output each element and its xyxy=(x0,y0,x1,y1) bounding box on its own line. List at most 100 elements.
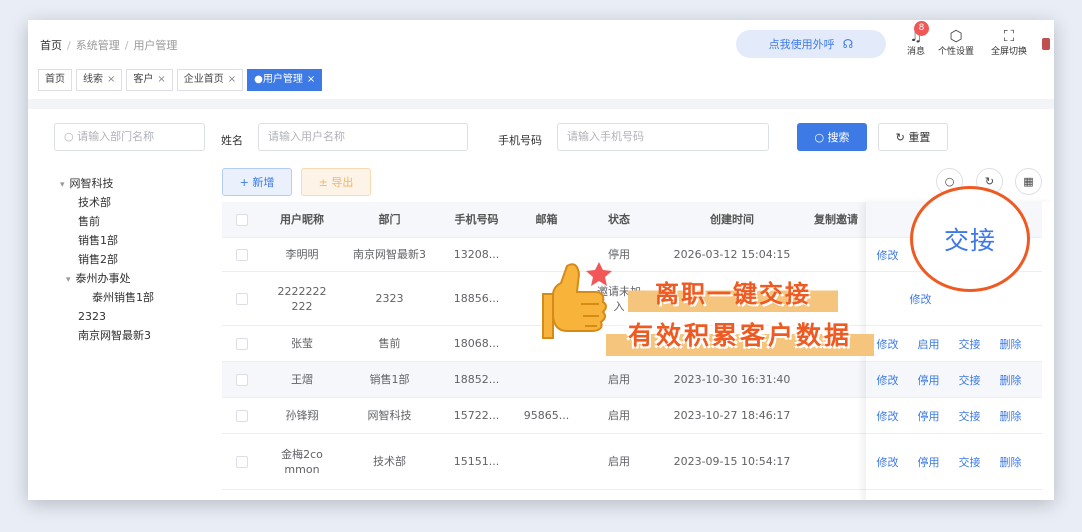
table-row[interactable]: 王熠 销售1部 18852... 启用 2023-10-30 16:31:40 修改 停用交… xyxy=(222,362,1042,398)
action-link[interactable]: 交接 xyxy=(949,336,990,352)
row-actions: 修改 停用 交接 删除 xyxy=(867,398,1031,433)
promo-line-2: 有效积累客户数据 xyxy=(606,316,874,356)
cell-nick: 张莹 xyxy=(291,337,313,350)
row-checkbox[interactable] xyxy=(232,326,252,361)
action-link[interactable]: 交接 xyxy=(949,372,990,388)
action-link[interactable]: 删除 xyxy=(990,372,1031,388)
search-button[interactable]: ○ 搜索 xyxy=(797,123,867,151)
messages-badge: 8 xyxy=(914,21,929,36)
cell-nick: 王熠 xyxy=(291,373,313,386)
reset-button[interactable]: ↻ 重置 xyxy=(878,123,948,151)
user-avatar[interactable] xyxy=(1042,38,1050,50)
outbound-call-button[interactable]: 点我使用外呼 ☊ xyxy=(736,30,886,58)
handover-highlight-label: 交接 xyxy=(943,226,996,255)
close-icon[interactable]: × xyxy=(157,74,165,85)
action-link[interactable]: 修改 xyxy=(867,247,908,263)
messages-label: 消息 xyxy=(906,47,925,57)
breadcrumb-item[interactable]: 系统管理 xyxy=(76,39,120,52)
cell-created: 2023-09-15 10:54:17 xyxy=(673,455,791,468)
table-row[interactable]: 金梅2co mmon 技术部 15151... 启用 2023-09-15 10:54:… xyxy=(222,434,1042,490)
column-header: 用户昵称 xyxy=(280,213,324,226)
columns-button[interactable]: ▦ xyxy=(1015,168,1042,195)
tree-node-label: 技术部 xyxy=(78,196,111,209)
personal-settings-button[interactable]: ⬡ 个性设置 xyxy=(932,28,980,57)
tree-node-label: 南京网智最新3 xyxy=(78,329,151,342)
column-header: 邮箱 xyxy=(535,213,558,226)
cell-dept: 售前 xyxy=(378,337,401,350)
action-link[interactable]: 修改 xyxy=(900,291,941,307)
cell-phone: 15722... xyxy=(453,409,500,422)
tree-node[interactable]: 2323 xyxy=(60,307,154,326)
cell-phone: 18856... xyxy=(453,292,500,305)
grid-icon: ▦ xyxy=(1023,175,1034,188)
tree-node-label: 2323 xyxy=(78,310,106,323)
action-link[interactable]: 删除 xyxy=(990,336,1031,352)
outbound-call-label: 点我使用外呼 xyxy=(768,38,835,51)
add-button[interactable]: + 新增 xyxy=(222,168,292,196)
tree-node[interactable]: 销售1部 xyxy=(60,231,154,250)
row-checkbox[interactable] xyxy=(232,362,252,397)
export-button[interactable]: ± 导出 xyxy=(301,168,371,196)
action-link[interactable]: 停用 xyxy=(908,408,949,424)
row-checkbox[interactable] xyxy=(232,238,252,271)
cell-phone: 13208... xyxy=(453,248,500,261)
action-link[interactable]: 停用 xyxy=(908,372,949,388)
table-row[interactable]: 孙锋翔 网智科技 15722... 95865... 启用 2023-10-27 18:4… xyxy=(222,398,1042,434)
row-checkbox[interactable] xyxy=(232,272,252,325)
tab-label: ●用户管理 xyxy=(254,74,303,85)
action-link[interactable]: 停用 xyxy=(908,454,949,470)
cell-dept: 南京网智最新3 xyxy=(353,248,426,261)
cell-created: 2023-10-27 18:46:17 xyxy=(673,409,791,422)
action-link[interactable]: 交接 xyxy=(949,408,990,424)
name-input[interactable]: 请输入用户名称 xyxy=(258,123,468,151)
tab-customers[interactable]: 客户 × xyxy=(126,69,173,91)
thumbs-up-icon xyxy=(542,262,612,339)
cell-nick: 金梅2co mmon xyxy=(281,447,323,476)
action-link[interactable]: 删除 xyxy=(990,454,1031,470)
action-link[interactable]: 启用 xyxy=(908,336,949,352)
tree-node[interactable]: 销售2部 xyxy=(60,250,154,269)
tree-node-label: 泰州办事处 xyxy=(75,272,131,285)
cell-phone: 18068... xyxy=(453,337,500,350)
tree-node[interactable]: 售前 xyxy=(60,212,154,231)
close-icon[interactable]: × xyxy=(107,74,115,85)
tree-node[interactable]: ▾ 泰州办事处 xyxy=(60,269,154,288)
row-checkbox[interactable] xyxy=(232,398,252,433)
tab-leads[interactable]: 线索 × xyxy=(76,69,123,91)
breadcrumb-home[interactable]: 首页 xyxy=(40,39,62,52)
search-icon: ○ xyxy=(944,175,955,188)
cell-dept: 技术部 xyxy=(373,455,406,468)
phone-label: 手机号码 xyxy=(498,134,542,147)
action-link[interactable]: 交接 xyxy=(949,454,990,470)
row-checkbox[interactable] xyxy=(232,434,252,489)
tree-node[interactable]: 泰州销售1部 xyxy=(60,288,154,307)
expand-icon[interactable]: ▾ xyxy=(66,275,71,285)
select-all-checkbox[interactable] xyxy=(232,202,252,237)
breadcrumb: 首页 / 系统管理 / 用户管理 xyxy=(40,39,178,52)
close-icon[interactable]: × xyxy=(307,74,315,85)
action-link[interactable]: 修改 xyxy=(867,372,908,388)
action-link[interactable]: 修改 xyxy=(867,408,908,424)
search-button-label: 搜索 xyxy=(827,131,850,144)
column-header: 创建时间 xyxy=(710,213,754,226)
tree-node[interactable]: ▾ 网智科技 xyxy=(60,174,154,193)
tree-node[interactable]: 南京网智最新3 xyxy=(60,326,154,345)
cell-nick: 孙锋翔 xyxy=(285,409,319,422)
tab-user-management[interactable]: ●用户管理 × xyxy=(247,69,323,91)
tab-home[interactable]: 首页 xyxy=(38,69,72,91)
close-icon[interactable]: × xyxy=(228,74,236,85)
tab-label: 客户 xyxy=(133,74,154,85)
phone-input[interactable]: 请输入手机号码 xyxy=(557,123,769,151)
tab-label: 首页 xyxy=(45,74,65,85)
tree-node[interactable]: 技术部 xyxy=(60,193,154,212)
column-header: 状态 xyxy=(608,213,630,226)
tab-company-home[interactable]: 企业首页 × xyxy=(176,69,244,91)
action-link[interactable]: 修改 xyxy=(867,454,908,470)
fullscreen-button[interactable]: ⛶ 全屏切换 xyxy=(984,28,1034,57)
cell-status: 启用 xyxy=(608,409,630,422)
promo-line-1: 离职一键交接 xyxy=(628,276,838,312)
action-link[interactable]: 删除 xyxy=(990,408,1031,424)
dept-search-input[interactable]: ○ 请输入部门名称 xyxy=(54,123,205,151)
expand-icon[interactable]: ▾ xyxy=(60,180,65,190)
tree-node-label: 售前 xyxy=(78,215,100,228)
